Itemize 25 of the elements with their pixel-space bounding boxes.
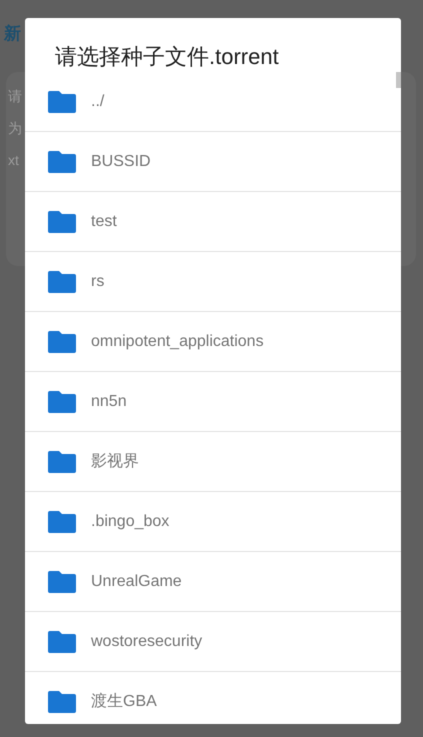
folder-icon xyxy=(48,330,76,352)
folder-icon xyxy=(48,150,76,172)
folder-icon xyxy=(48,390,76,412)
folder-icon xyxy=(48,270,76,292)
folder-icon xyxy=(48,90,76,112)
dialog-title: 请选择种子文件.torrent xyxy=(54,43,280,71)
folder-item[interactable]: .bingo_box xyxy=(25,492,401,552)
folder-item[interactable]: ../ xyxy=(25,72,401,132)
folder-item[interactable]: wostoresecurity xyxy=(25,612,401,672)
folder-icon xyxy=(48,690,76,712)
scrollbar xyxy=(396,72,401,88)
folder-item[interactable]: BUSSID xyxy=(25,132,401,192)
folder-icon xyxy=(48,210,76,232)
folder-item[interactable]: rs xyxy=(25,252,401,312)
folder-item[interactable]: UnrealGame xyxy=(25,552,401,612)
folder-icon xyxy=(48,450,76,472)
folder-item[interactable]: 影视界 xyxy=(25,432,401,492)
folder-item[interactable]: test xyxy=(25,192,401,252)
folder-item[interactable]: nn5n xyxy=(25,372,401,432)
folder-icon xyxy=(48,630,76,652)
folder-icon xyxy=(48,510,76,532)
page-heading: 新 xyxy=(4,23,21,45)
folder-item[interactable]: 渡生GBA xyxy=(25,672,401,724)
folder-item[interactable]: omnipotent_applications xyxy=(25,312,401,372)
folder-icon xyxy=(48,570,76,592)
